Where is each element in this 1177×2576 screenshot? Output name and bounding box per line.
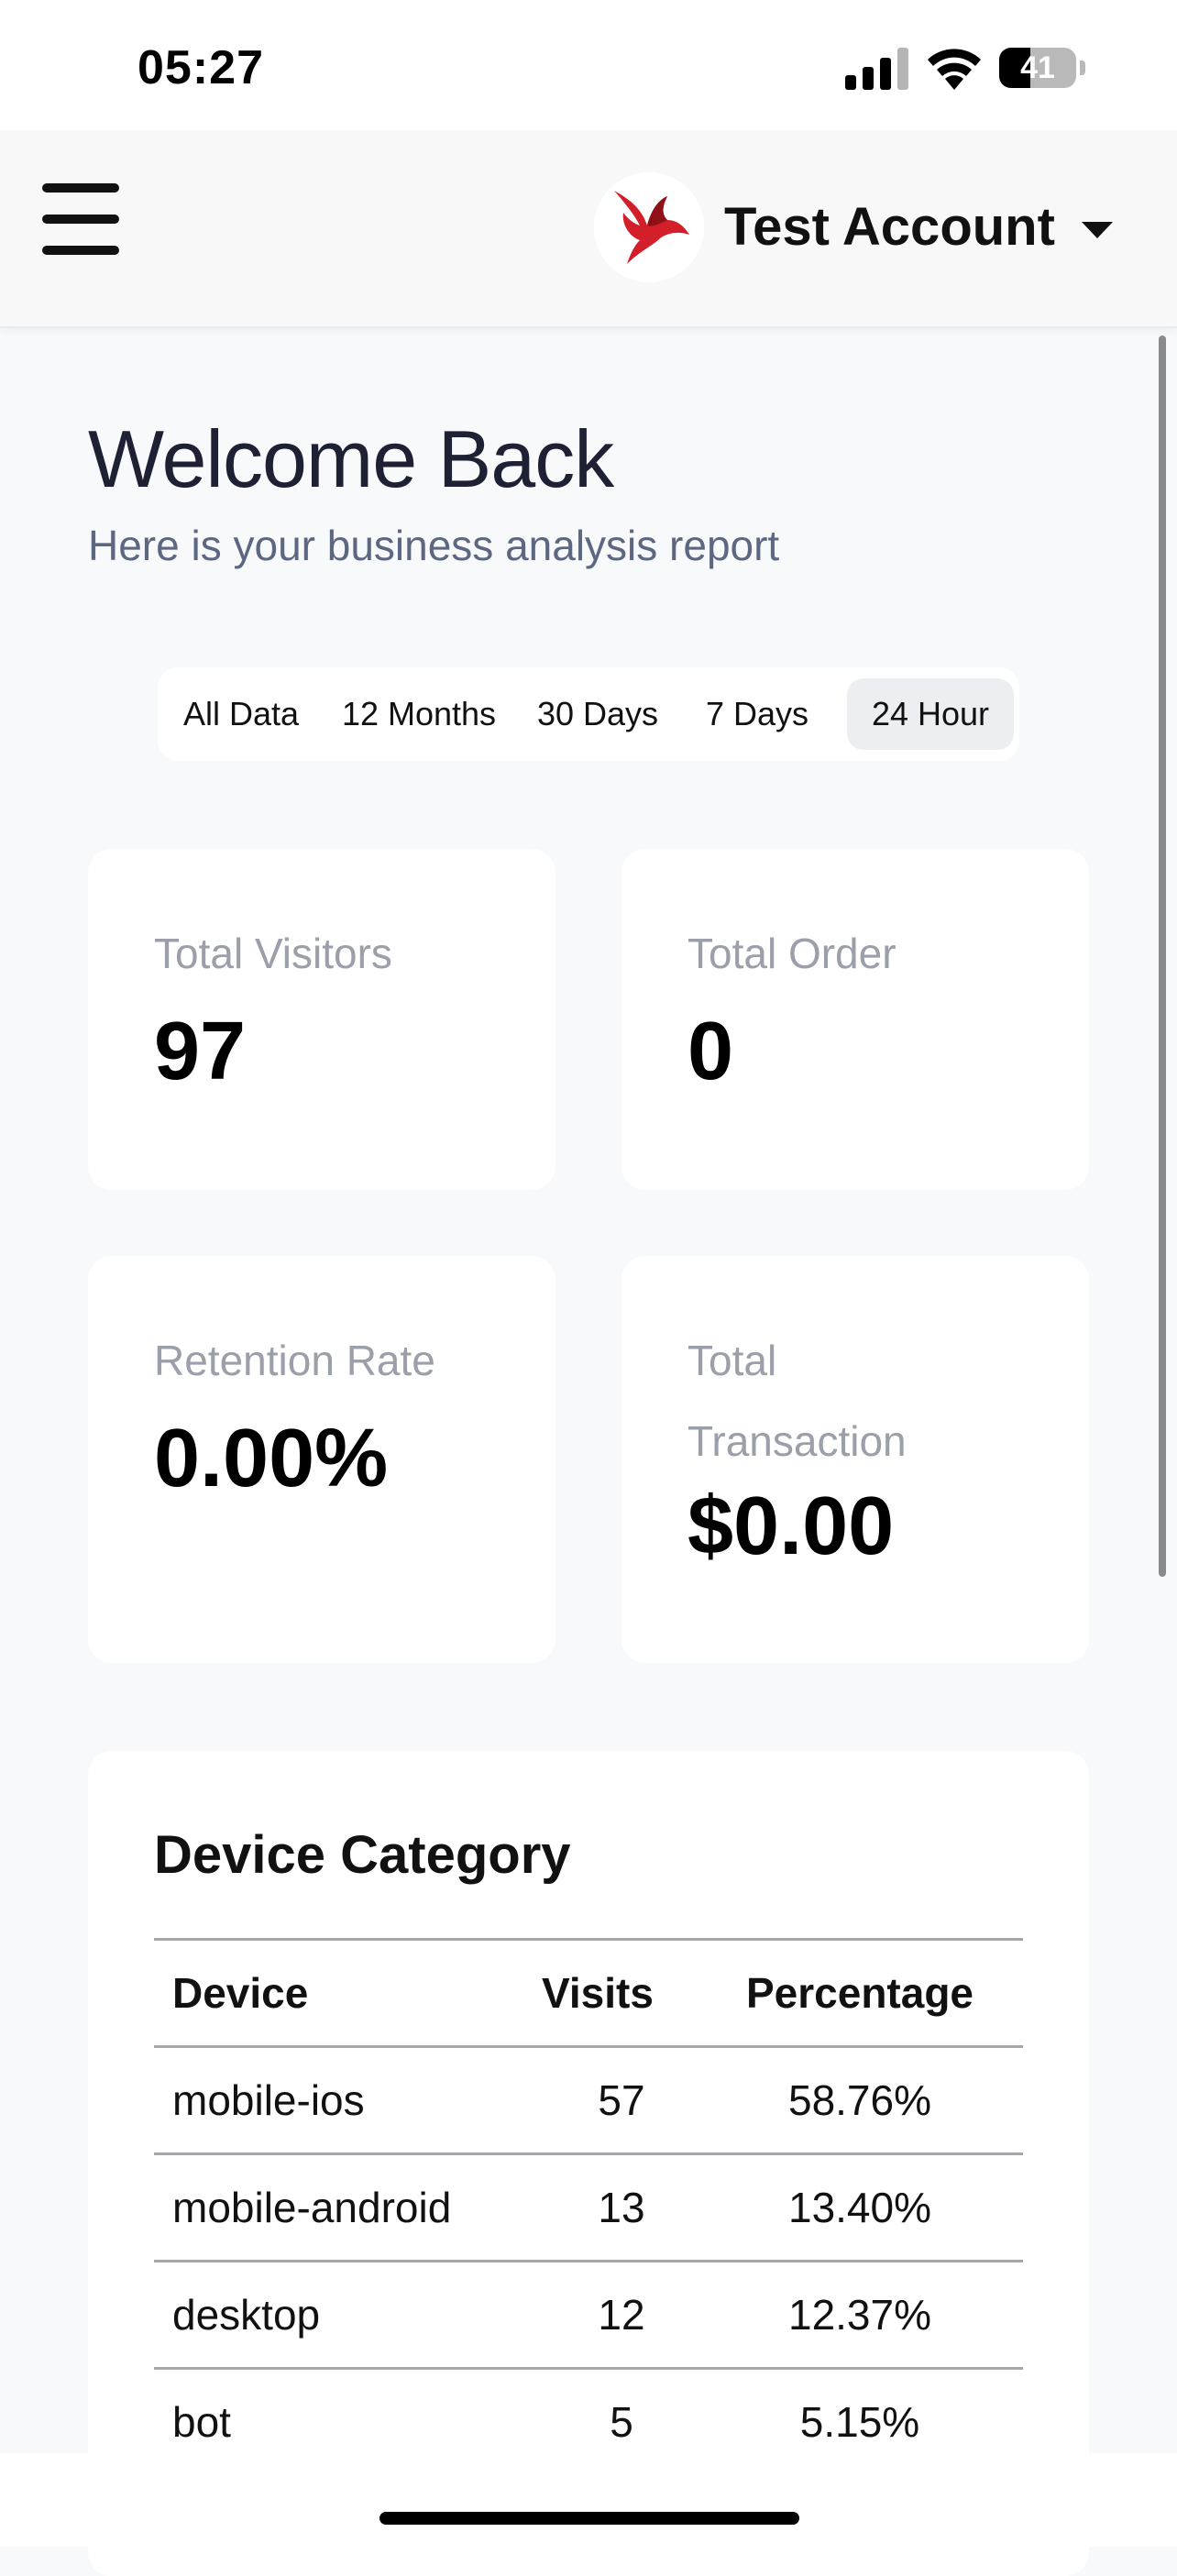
cell-percentage: 12.37% — [787, 2291, 931, 2339]
table-row: desktop 12 12.37% — [154, 2260, 1023, 2367]
cell-percentage: 13.40% — [787, 2184, 931, 2231]
account-name[interactable]: Test Account — [724, 196, 1055, 258]
status-time: 05:27 — [138, 41, 264, 94]
stat-value: 97 — [154, 1006, 247, 1097]
table-row: mobile-ios 57 58.76% — [154, 2045, 1023, 2152]
bird-logo-icon — [614, 191, 689, 264]
home-indicator[interactable] — [380, 2512, 799, 2525]
page-title: Welcome Back — [88, 413, 614, 504]
stat-value: $0.00 — [688, 1481, 895, 1572]
battery-icon: 41 — [999, 48, 1087, 90]
stat-label: Total Visitors — [154, 930, 392, 977]
stat-label-line-2: Transaction — [688, 1417, 907, 1465]
tab-30-days[interactable]: 30 Days — [522, 678, 673, 750]
table-header-row: Device Visits Percentage — [154, 1938, 1023, 2045]
stat-card-retention-rate: Retention Rate 0.00% — [88, 1256, 556, 1663]
cell-visits: 57 — [598, 2076, 645, 2124]
stat-card-total-visitors: Total Visitors 97 — [88, 849, 556, 1190]
stat-value: 0 — [688, 1006, 734, 1097]
status-bar: 05:27 41 — [0, 0, 1177, 130]
battery-level: 41 — [1020, 50, 1055, 85]
column-header-device: Device — [172, 1969, 309, 2017]
bottom-safe-area — [0, 2453, 1177, 2547]
cell-visits: 12 — [598, 2291, 645, 2339]
device-category-card: Device Category Device Visits Percentage… — [88, 1751, 1089, 2576]
tab-12-months[interactable]: 12 Months — [332, 678, 506, 750]
cell-device: desktop — [172, 2291, 321, 2339]
time-range-tabs: All Data 12 Months 30 Days 7 Days 24 Hou… — [158, 667, 1019, 761]
cell-device: mobile-ios — [172, 2076, 365, 2124]
stat-card-total-transaction: Total Transaction $0.00 — [622, 1256, 1089, 1663]
cellular-signal-icon — [845, 48, 908, 90]
stat-label: Total Order — [688, 930, 896, 977]
stat-value: 0.00% — [154, 1413, 389, 1504]
tab-24-hour[interactable]: 24 Hour — [847, 678, 1014, 750]
wifi-icon — [928, 49, 981, 90]
app-header: Test Account — [0, 130, 1177, 328]
cell-percentage: 58.76% — [787, 2076, 931, 2124]
device-category-title: Device Category — [154, 1825, 571, 1885]
stat-label-line-1: Total — [688, 1337, 777, 1384]
stat-label: Retention Rate — [154, 1337, 435, 1384]
tab-all-data[interactable]: All Data — [172, 678, 310, 750]
caret-down-icon[interactable] — [1082, 222, 1113, 238]
column-header-percentage: Percentage — [745, 1969, 974, 2017]
cell-visits: 13 — [598, 2184, 645, 2231]
hamburger-icon[interactable] — [42, 183, 121, 257]
tab-7-days[interactable]: 7 Days — [689, 678, 825, 750]
stat-card-total-order: Total Order 0 — [622, 849, 1089, 1190]
page-subtitle: Here is your business analysis report — [88, 522, 780, 569]
table-row: mobile-android 13 13.40% — [154, 2152, 1023, 2260]
cell-device: mobile-android — [172, 2184, 452, 2231]
scrollbar[interactable] — [1159, 336, 1166, 1577]
column-header-visits: Visits — [542, 1969, 654, 2017]
bird-logo — [594, 172, 704, 282]
